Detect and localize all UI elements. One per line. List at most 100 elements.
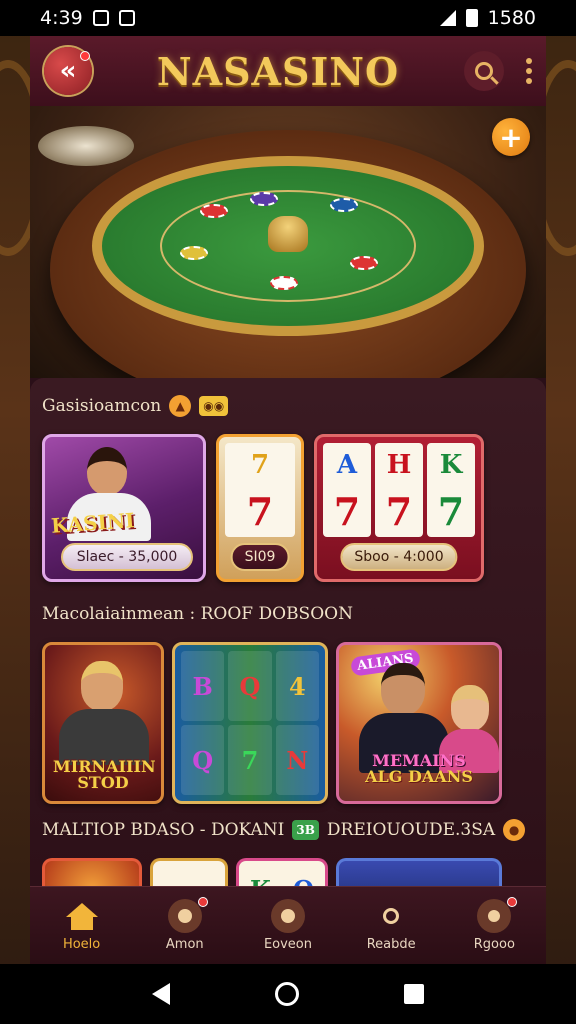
slot-reel: A 7 — [323, 443, 371, 537]
hero-roulette-banner[interactable]: + — [30, 106, 546, 378]
game-card-couple[interactable]: ALIANS MEMAINS ALG DAANS — [336, 642, 502, 804]
slot-symbol: N — [275, 725, 319, 795]
slot-reels: A 7 H 7 K 7 — [317, 437, 481, 537]
nav-label: Hoelo — [62, 937, 101, 952]
chip-icon — [180, 246, 208, 260]
nav-label: Rgooo — [473, 937, 515, 952]
notification-icon — [92, 10, 109, 26]
nav-item-chat[interactable]: Amon — [140, 897, 230, 952]
slot-symbol: 7 — [250, 449, 270, 480]
more-options-button[interactable] — [525, 58, 532, 84]
game-card-title-line2: STOD — [77, 773, 129, 792]
system-navigation-bar — [0, 964, 576, 1024]
game-card-kasini[interactable]: KASINI Slaec - 35,000 — [42, 434, 206, 582]
slot-symbol: H — [386, 449, 412, 480]
signal-icon — [439, 10, 456, 26]
status-time: 4:39 — [40, 7, 83, 29]
coin-icon: ● — [503, 819, 526, 841]
section-title-text-2: DREIOUOUDE.3SA — [326, 820, 496, 840]
notification-dot — [507, 897, 518, 907]
app-header: « NASASINO — [30, 36, 546, 106]
slot-symbol: 7 — [228, 725, 272, 795]
fire-icon: ▲ — [169, 395, 192, 417]
nav-label: Eoveon — [263, 937, 312, 952]
popular-games-row: MIRNAIIIN STOD B Q 4 Q 7 N ALIANS MEMAIN… — [42, 642, 534, 804]
notification-dot — [80, 51, 90, 61]
hostess-image — [87, 447, 127, 495]
slot-symbol: A — [336, 449, 358, 480]
nav-item-home[interactable]: Hoelo — [37, 899, 127, 952]
status-bar: 4:39 1580 — [0, 0, 576, 36]
section-title-text: Macolaiainmean : ROOF DOBSOON — [42, 604, 353, 624]
game-card-reels[interactable]: B Q 4 Q 7 N — [172, 642, 328, 804]
coin-icon: ◉◉ — [199, 396, 229, 416]
game-price-pill[interactable]: Sboo - 4:000 — [340, 543, 458, 571]
slot-reel: 7 7 — [225, 443, 295, 537]
chip-icon — [250, 192, 278, 206]
status-battery: 1580 — [487, 7, 536, 29]
notification-dot — [197, 897, 208, 907]
woman-image — [451, 685, 489, 731]
system-recents-button[interactable] — [403, 984, 424, 1004]
status-left: 4:39 — [40, 7, 135, 29]
chip-icon — [200, 204, 228, 218]
slot-symbol: 7 — [385, 488, 413, 534]
game-price-pill[interactable]: SI09 — [230, 543, 290, 571]
man-image — [381, 663, 425, 715]
section-title-main: Macolaiainmean : ROOF DOBSOON — [42, 600, 534, 628]
chat-icon — [167, 899, 202, 933]
game-card-title: MEMAINS ALG DAANS — [347, 753, 491, 785]
profile-icon — [477, 899, 512, 933]
bottom-navigation: Hoelo Amon Eoveon Reabde Rgooo — [30, 886, 546, 964]
search-icon — [474, 62, 493, 80]
slot-symbol: B — [181, 651, 225, 721]
chip-icon — [350, 256, 378, 270]
game-card-player[interactable]: MIRNAIIIN STOD — [42, 642, 164, 804]
game-card-slot-777[interactable]: 7 7 SI09 — [216, 434, 304, 582]
plus-icon: + — [499, 120, 523, 154]
section-title-text: Gasisioamcon — [42, 396, 162, 416]
nav-label: Reabde — [366, 937, 416, 952]
slot-symbol: Q — [181, 725, 225, 795]
roulette-wheel-image — [38, 126, 134, 166]
search-button[interactable] — [463, 51, 504, 91]
nav-item-profile[interactable]: Rgooo — [449, 897, 539, 952]
app-window: « NASASINO + Gasisioamcon ▲ ◉◉ KASINI Sl… — [30, 36, 546, 964]
slot-symbol: Q — [228, 651, 272, 721]
slot-symbol: 7 — [246, 488, 274, 534]
home-icon — [65, 899, 98, 933]
featured-games-row: KASINI Slaec - 35,000 7 7 SI09 A 7 H 7 K… — [42, 434, 534, 582]
slot-grid: B Q 4 Q 7 N — [175, 645, 325, 801]
section-title-casino: Gasisioamcon ▲ ◉◉ — [42, 392, 534, 420]
chip-icon — [270, 276, 298, 290]
slot-symbol: 7 — [437, 488, 465, 534]
back-arrow-icon: « — [59, 56, 77, 86]
nav-item-wallet[interactable]: Eoveon — [243, 899, 333, 952]
slot-symbol: K — [439, 449, 463, 480]
more-vertical-icon — [525, 58, 532, 64]
back-button[interactable]: « — [44, 47, 92, 95]
system-home-button[interactable] — [274, 982, 299, 1006]
game-lobby-panel: Gasisioamcon ▲ ◉◉ KASINI Slaec - 35,000 … — [30, 378, 546, 918]
app-title: NASASINO — [156, 48, 400, 94]
game-card-title-line2: ALG DAANS — [365, 767, 473, 786]
slot-reel: H 7 — [375, 443, 423, 537]
slot-symbol: 4 — [275, 651, 319, 721]
nav-label: Amon — [165, 937, 204, 952]
chip-icon — [330, 198, 358, 212]
roulette-spindle — [268, 216, 308, 252]
game-price-pill[interactable]: Slaec - 35,000 — [61, 543, 193, 571]
system-back-button[interactable] — [152, 983, 171, 1005]
add-button[interactable]: + — [492, 118, 530, 156]
game-card-slot-ahk[interactable]: A 7 H 7 K 7 Sboo - 4:000 — [314, 434, 484, 582]
section-title-multi: MALTIOP BDASO - DOKANI 3B DREIOUOUDE.3SA… — [42, 816, 534, 844]
status-right: 1580 — [439, 7, 536, 29]
header-actions — [463, 51, 532, 91]
slot-symbol: 7 — [333, 488, 361, 534]
game-card-title: MIRNAIIIN STOD — [53, 759, 156, 792]
nav-item-search[interactable]: Reabde — [346, 899, 436, 952]
app-notification-icon — [118, 10, 135, 26]
slot-reels: 7 7 — [219, 437, 301, 537]
search-icon — [374, 899, 408, 933]
slot-reel: K 7 — [427, 443, 475, 537]
